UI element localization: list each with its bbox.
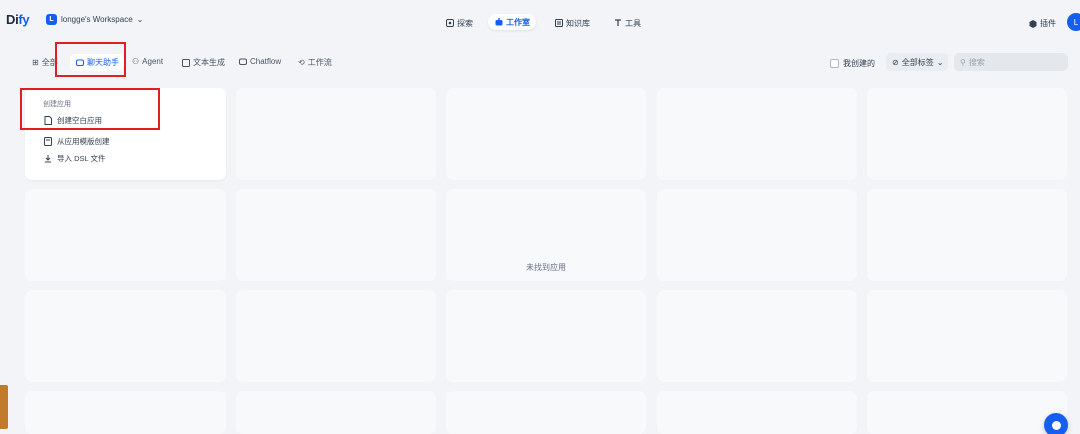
grid-icon: ⊞	[32, 58, 39, 67]
app-card-placeholder	[446, 391, 646, 434]
app-card-placeholder	[236, 189, 436, 281]
nav-knowledge[interactable]: 知识库	[548, 15, 596, 31]
explore-icon	[445, 19, 454, 28]
search-input[interactable]: ⚲ 搜索	[954, 53, 1068, 71]
chatflow-icon	[238, 57, 247, 66]
app-card-placeholder	[657, 88, 857, 180]
highlight-box-chat-tab	[55, 42, 126, 77]
top-bar: Dify L longge's Workspace ⌄ 探索 工作室 知识库 工…	[0, 0, 1080, 38]
filter-bar: ⊞ 全部 聊天助手 ⚇ Agent 文本生成 Chatflow ⟲ 工作流 我创…	[0, 50, 1080, 76]
created-by-me-checkbox[interactable]: 我创建的	[830, 58, 875, 69]
studio-icon	[494, 18, 503, 27]
user-avatar[interactable]: L	[1067, 13, 1080, 31]
app-card-placeholder	[657, 391, 857, 434]
highlight-box-create-blank	[20, 88, 160, 130]
nav-tools[interactable]: 工具	[607, 15, 647, 31]
app-card-placeholder	[236, 290, 436, 382]
app-card-placeholder	[236, 88, 436, 180]
workspace-switcher[interactable]: L longge's Workspace ⌄	[46, 14, 143, 25]
workflow-icon: ⟲	[298, 58, 305, 67]
empty-state-text: 未找到应用	[526, 263, 566, 272]
app-card-placeholder	[25, 189, 226, 281]
tools-icon	[613, 19, 622, 28]
tab-text-generation[interactable]: 文本生成	[181, 57, 225, 68]
text-icon	[181, 58, 190, 67]
import-icon	[43, 154, 52, 163]
nav-studio[interactable]: 工作室	[488, 14, 536, 30]
scroll-handle[interactable]	[0, 385, 8, 429]
app-card-placeholder	[867, 88, 1067, 180]
template-icon	[43, 137, 52, 146]
app-card-placeholder	[25, 290, 226, 382]
nav-explore[interactable]: 探索	[439, 15, 479, 31]
knowledge-icon	[554, 19, 563, 28]
tab-agent[interactable]: ⚇ Agent	[132, 57, 163, 66]
app-card-placeholder	[236, 391, 436, 434]
search-icon: ⚲	[960, 57, 966, 67]
app-card-placeholder	[867, 189, 1067, 281]
app-card-placeholder	[446, 290, 646, 382]
workspace-badge: L	[46, 14, 57, 25]
app-card-placeholder	[657, 290, 857, 382]
plugins-button[interactable]: 插件	[1028, 18, 1056, 29]
app-card-placeholder	[657, 189, 857, 281]
tag-filter-select[interactable]: ⊘ 全部标签 ⌄	[886, 53, 948, 71]
app-card-placeholder	[446, 88, 646, 180]
import-dsl-file[interactable]: 导入 DSL 文件	[43, 153, 105, 164]
chevron-down-icon: ⌄	[136, 15, 144, 24]
dify-logo[interactable]: Dify	[6, 12, 30, 27]
app-card-placeholder	[867, 391, 1067, 434]
chevron-down-icon: ⌄	[936, 57, 944, 67]
app-card-placeholder	[867, 290, 1067, 382]
tag-icon: ⊘	[892, 57, 899, 67]
plugin-icon	[1028, 19, 1037, 28]
help-chat-button[interactable]	[1044, 413, 1068, 434]
tab-all[interactable]: ⊞ 全部	[32, 57, 58, 68]
chat-bubble-icon	[1051, 420, 1061, 430]
tab-workflow[interactable]: ⟲ 工作流	[298, 57, 332, 68]
app-card-placeholder	[25, 391, 226, 434]
checkbox-box[interactable]	[830, 59, 839, 68]
workspace-name: longge's Workspace	[61, 15, 133, 24]
agent-icon: ⚇	[132, 57, 140, 66]
create-from-template[interactable]: 从应用模版创建	[43, 136, 110, 147]
tab-chatflow[interactable]: Chatflow	[238, 57, 281, 66]
